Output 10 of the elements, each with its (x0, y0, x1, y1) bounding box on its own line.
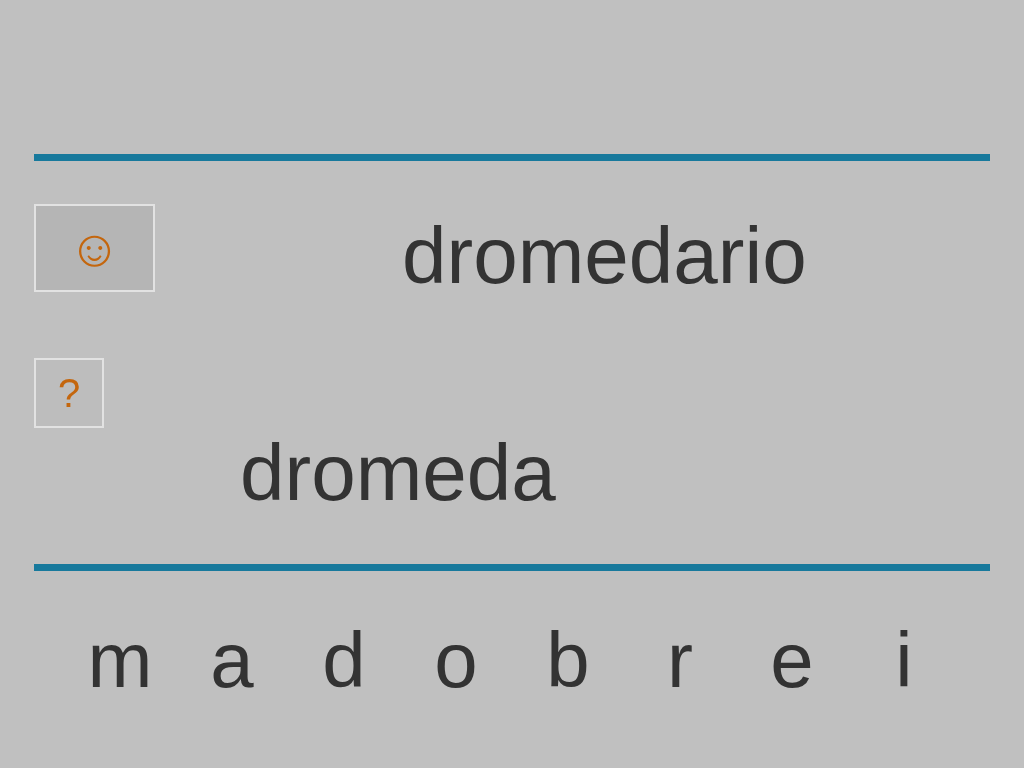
letter-tile[interactable]: b (532, 621, 604, 699)
letter-tile[interactable]: m (84, 621, 156, 699)
answer-text: dromeda (240, 433, 556, 513)
letter-tile[interactable]: e (756, 621, 828, 699)
letter-tile[interactable]: d (308, 621, 380, 699)
letter-tile[interactable]: i (868, 621, 940, 699)
letter-tile[interactable]: a (196, 621, 268, 699)
letter-tile[interactable]: r (644, 621, 716, 699)
target-word: dromedario (402, 216, 807, 296)
letter-tile[interactable]: o (420, 621, 492, 699)
